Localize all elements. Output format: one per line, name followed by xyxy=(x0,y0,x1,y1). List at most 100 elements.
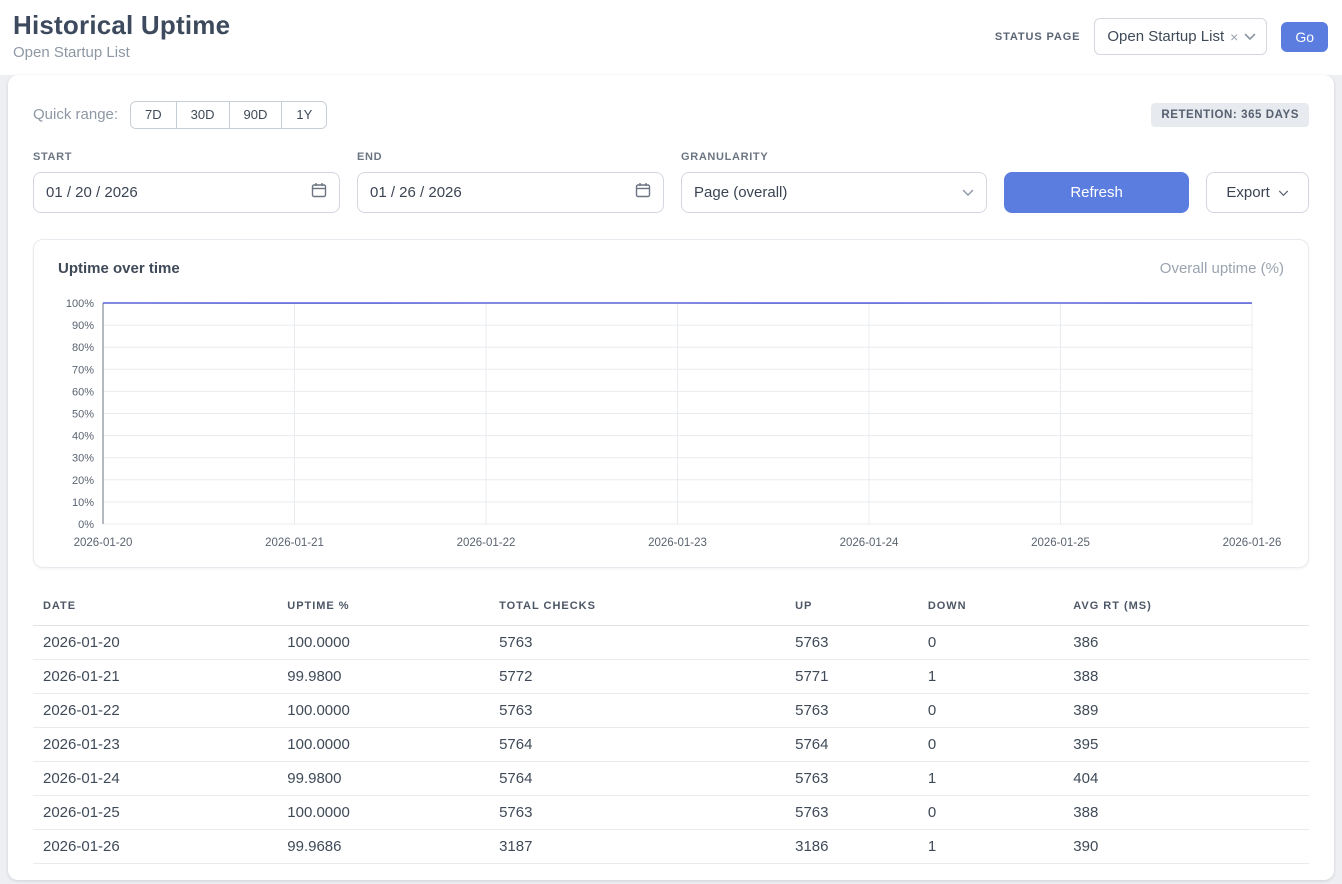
calendar-icon[interactable] xyxy=(311,182,327,202)
uptime-chart-card: Uptime over time Overall uptime (%) 100%… xyxy=(33,239,1309,568)
status-page-select[interactable]: Open Startup List × xyxy=(1094,18,1267,55)
table-cell: 1 xyxy=(920,829,1065,863)
start-date-value: 01 / 20 / 2026 xyxy=(46,184,138,201)
page-subtitle: Open Startup List xyxy=(13,44,230,61)
table-cell: 5763 xyxy=(491,795,787,829)
end-date-input[interactable]: 01 / 26 / 2026 xyxy=(357,172,664,213)
table-cell: 1 xyxy=(920,761,1065,795)
svg-text:2026-01-23: 2026-01-23 xyxy=(648,537,707,549)
chart-header: Uptime over time Overall uptime (%) xyxy=(58,260,1284,277)
status-page-selected-value: Open Startup List xyxy=(1107,28,1224,45)
table-cell: 5764 xyxy=(787,727,920,761)
export-button-label: Export xyxy=(1226,184,1269,201)
table-cell: 99.9800 xyxy=(279,659,491,693)
table-cell: 0 xyxy=(920,795,1065,829)
retention-badge: RETENTION: 365 DAYS xyxy=(1151,103,1309,127)
column-header: TOTAL CHECKS xyxy=(491,592,787,626)
end-date-label: END xyxy=(357,151,664,163)
granularity-label: GRANULARITY xyxy=(681,151,987,163)
table-cell: 5772 xyxy=(491,659,787,693)
table-cell: 100.0000 xyxy=(279,693,491,727)
table-cell: 0 xyxy=(920,693,1065,727)
svg-text:60%: 60% xyxy=(72,386,94,398)
table-cell: 5771 xyxy=(787,659,920,693)
grid-lines xyxy=(103,303,1252,524)
quick-range-30d-button[interactable]: 30D xyxy=(176,102,229,128)
table-cell: 386 xyxy=(1065,625,1309,659)
svg-text:30%: 30% xyxy=(72,452,94,464)
svg-text:100%: 100% xyxy=(66,298,94,310)
table-cell: 5763 xyxy=(787,761,920,795)
table-cell: 2026-01-20 xyxy=(33,625,279,659)
table-cell: 5763 xyxy=(787,693,920,727)
refresh-button[interactable]: Refresh xyxy=(1004,172,1189,213)
table-cell: 2026-01-22 xyxy=(33,693,279,727)
table-cell: 390 xyxy=(1065,829,1309,863)
granularity-field-group: GRANULARITY Page (overall) xyxy=(681,151,987,213)
chart-title: Uptime over time xyxy=(58,260,180,277)
chevron-down-icon xyxy=(1278,184,1289,201)
clear-selection-icon[interactable]: × xyxy=(1230,30,1238,44)
svg-text:2026-01-21: 2026-01-21 xyxy=(265,537,324,549)
table-row: 2026-01-2499.9800576457631404 xyxy=(33,761,1309,795)
quick-range-90d-button[interactable]: 90D xyxy=(229,102,282,128)
start-date-input[interactable]: 01 / 20 / 2026 xyxy=(33,172,340,213)
quick-range-group: 7D30D90D1Y xyxy=(130,101,327,129)
export-button[interactable]: Export xyxy=(1206,172,1309,213)
title-block: Historical Uptime Open Startup List xyxy=(13,10,230,61)
table-row: 2026-01-2699.9686318731861390 xyxy=(33,829,1309,863)
chart-legend: Overall uptime (%) xyxy=(1160,260,1284,277)
quick-range-1y-button[interactable]: 1Y xyxy=(281,102,326,128)
table-row: 2026-01-25100.0000576357630388 xyxy=(33,795,1309,829)
table-cell: 3187 xyxy=(491,829,787,863)
granularity-select[interactable]: Page (overall) xyxy=(681,172,987,213)
table-cell: 5764 xyxy=(491,761,787,795)
table-cell: 100.0000 xyxy=(279,727,491,761)
svg-text:40%: 40% xyxy=(72,430,94,442)
table-row: 2026-01-2199.9800577257711388 xyxy=(33,659,1309,693)
table-cell: 2026-01-21 xyxy=(33,659,279,693)
table-cell: 100.0000 xyxy=(279,795,491,829)
quick-range-7d-button[interactable]: 7D xyxy=(131,102,176,128)
svg-text:20%: 20% xyxy=(72,474,94,486)
table-cell: 3186 xyxy=(787,829,920,863)
filters-row: START 01 / 20 / 2026 END 01 / 26 / 2026 … xyxy=(33,151,1309,213)
table-header: DATEUPTIME %TOTAL CHECKSUPDOWNAVG RT (MS… xyxy=(33,592,1309,626)
table-cell: 0 xyxy=(920,625,1065,659)
table-cell: 2026-01-25 xyxy=(33,795,279,829)
svg-text:50%: 50% xyxy=(72,408,94,420)
topbar-controls: STATUS PAGE Open Startup List × Go xyxy=(995,18,1328,55)
svg-text:2026-01-20: 2026-01-20 xyxy=(74,537,133,549)
go-button[interactable]: Go xyxy=(1281,22,1328,52)
table-cell: 388 xyxy=(1065,659,1309,693)
y-axis-labels: 100%90%80%70%60%50%40%30%20%10%0% xyxy=(66,298,94,531)
topbar: Historical Uptime Open Startup List STAT… xyxy=(0,0,1342,75)
table-cell: 0 xyxy=(920,727,1065,761)
table-row: 2026-01-23100.0000576457640395 xyxy=(33,727,1309,761)
table-row: 2026-01-22100.0000576357630389 xyxy=(33,693,1309,727)
svg-text:2026-01-26: 2026-01-26 xyxy=(1223,537,1282,549)
table-cell: 5763 xyxy=(787,795,920,829)
svg-text:90%: 90% xyxy=(72,320,94,332)
table-cell: 5763 xyxy=(491,625,787,659)
table-cell: 2026-01-23 xyxy=(33,727,279,761)
uptime-table: DATEUPTIME %TOTAL CHECKSUPDOWNAVG RT (MS… xyxy=(33,592,1309,864)
svg-text:70%: 70% xyxy=(72,364,94,376)
start-date-field-group: START 01 / 20 / 2026 xyxy=(33,151,340,213)
calendar-icon[interactable] xyxy=(635,182,651,202)
start-date-label: START xyxy=(33,151,340,163)
table-cell: 2026-01-26 xyxy=(33,829,279,863)
table-cell: 389 xyxy=(1065,693,1309,727)
table-row: 2026-01-20100.0000576357630386 xyxy=(33,625,1309,659)
column-header: DOWN xyxy=(920,592,1065,626)
table-cell: 388 xyxy=(1065,795,1309,829)
page-title: Historical Uptime xyxy=(13,10,230,41)
chevron-down-icon xyxy=(962,184,974,201)
svg-text:2026-01-24: 2026-01-24 xyxy=(840,537,899,549)
table-cell: 5763 xyxy=(491,693,787,727)
x-axis-labels: 2026-01-20 2026-01-21 2026-01-22 2026-01-23… xyxy=(74,537,1282,549)
column-header: DATE xyxy=(33,592,279,626)
table-cell: 100.0000 xyxy=(279,625,491,659)
main-card: Quick range: 7D30D90D1Y RETENTION: 365 D… xyxy=(8,75,1334,880)
svg-text:2026-01-22: 2026-01-22 xyxy=(457,537,516,549)
